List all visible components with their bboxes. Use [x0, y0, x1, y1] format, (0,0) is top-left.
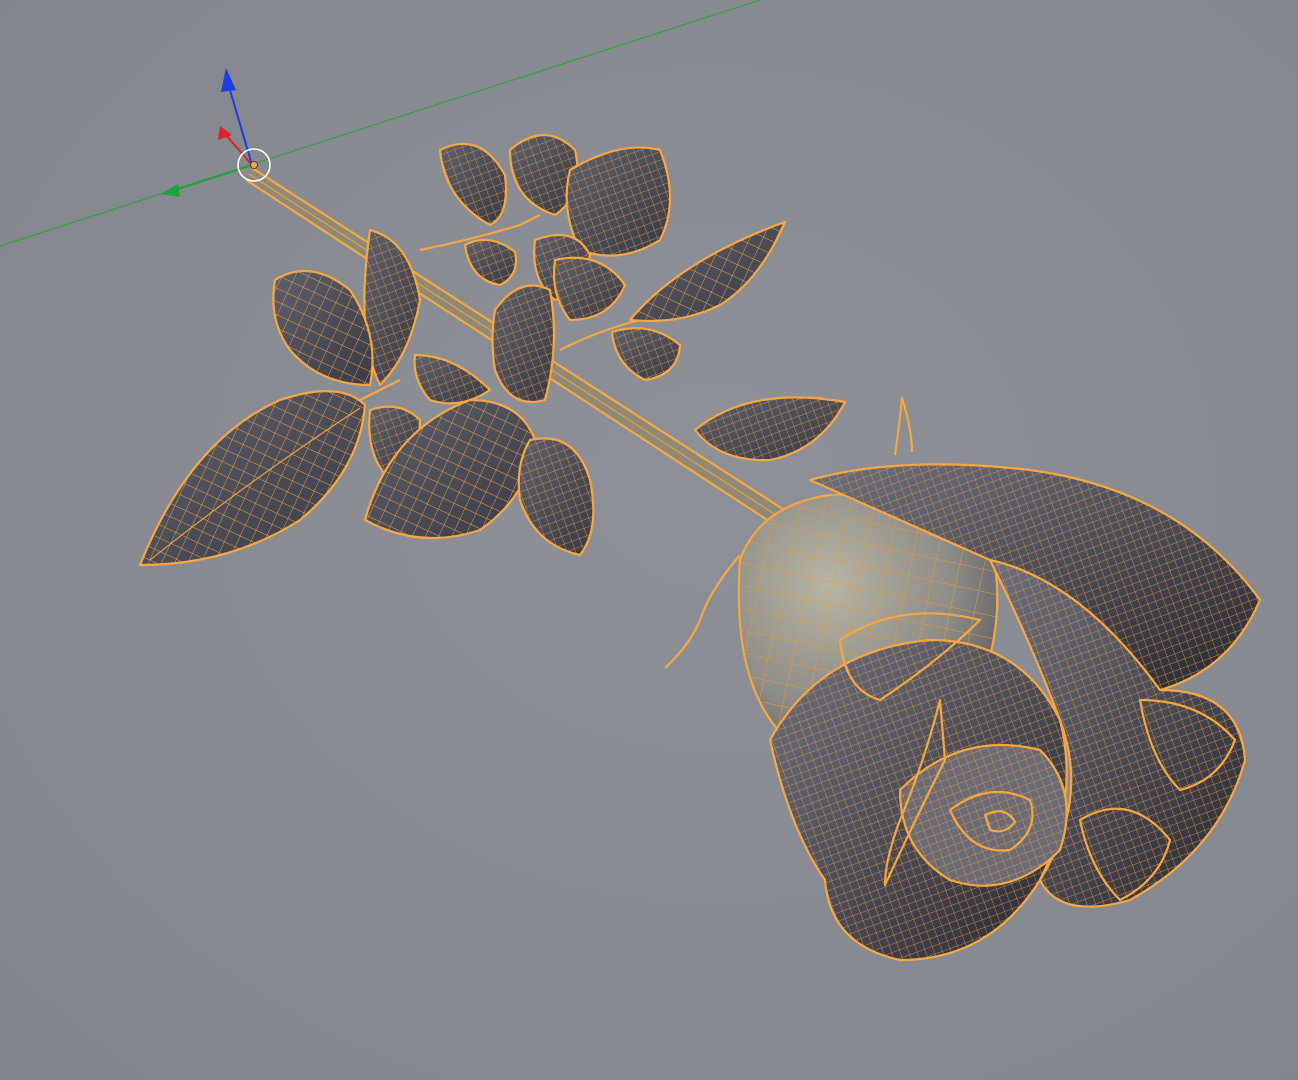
leaf — [565, 146, 672, 257]
leaf — [413, 353, 492, 405]
thorn — [893, 396, 914, 456]
leaf — [491, 284, 556, 404]
leaf — [138, 390, 367, 567]
leaf — [463, 238, 518, 287]
arrow-left-icon[interactable] — [160, 184, 180, 197]
3d-viewport[interactable] — [0, 0, 1298, 1080]
scene-canvas[interactable] — [0, 0, 1298, 1080]
leaf — [610, 327, 682, 382]
y-axis-handle[interactable] — [174, 164, 253, 191]
leaf — [517, 437, 595, 557]
arrow-icon[interactable] — [218, 126, 232, 140]
leaf — [693, 396, 847, 462]
sepal — [664, 554, 741, 669]
origin-dot — [250, 161, 258, 169]
leaf — [272, 269, 374, 387]
leaf — [552, 256, 627, 322]
arrow-up-icon[interactable] — [221, 68, 236, 92]
leaf — [438, 142, 508, 227]
rose-bloom — [737, 463, 1262, 962]
